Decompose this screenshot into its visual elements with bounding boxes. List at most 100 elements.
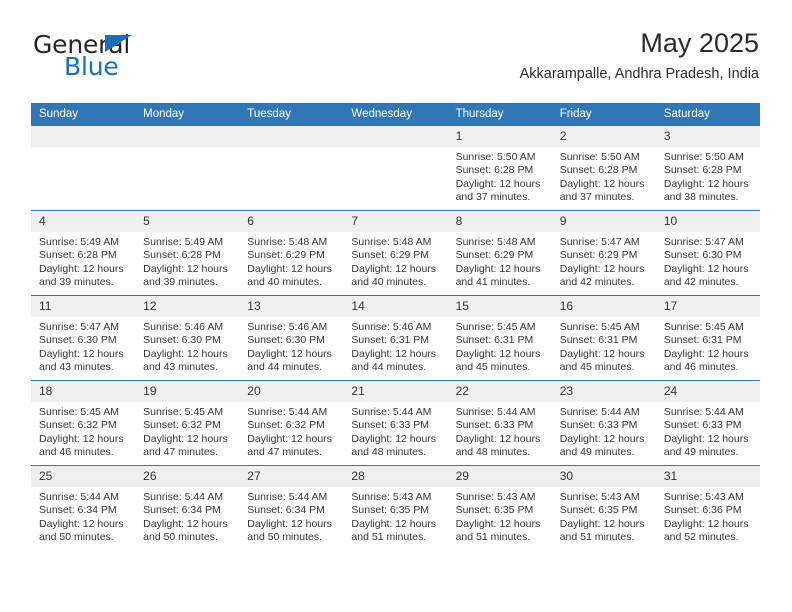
day-details: Sunrise: 5:44 AM Sunset: 6:34 PM Daylight:… <box>239 487 343 545</box>
sunset-text: Sunset: 6:30 PM <box>663 249 742 262</box>
day-number: 7 <box>343 211 448 232</box>
sunrise-text: Sunrise: 5:48 AM <box>455 236 536 248</box>
calendar-day-cell[interactable]: 15 Sunrise: 5:45 AM Sunset: 6:31 PM Dayligh… <box>447 295 552 381</box>
calendar-day-cell[interactable]: 2 Sunrise: 5:50 AM Sunset: 6:28 PM Daylight… <box>551 125 656 211</box>
weekday-header-monday: Monday <box>135 103 240 126</box>
calendar-day-cell[interactable]: 16 Sunrise: 5:45 AM Sunset: 6:31 PM Dayligh… <box>551 295 656 381</box>
day-number: 10 <box>655 211 760 232</box>
sunset-text: Sunset: 6:29 PM <box>455 249 534 262</box>
calendar-day-cell[interactable]: 17 Sunrise: 5:45 AM Sunset: 6:31 PM Dayligh… <box>655 295 760 381</box>
day-details: Sunrise: 5:44 AM Sunset: 6:33 PM Daylight:… <box>343 402 447 460</box>
calendar-day-cell[interactable]: 21 Sunrise: 5:44 AM Sunset: 6:33 PM Dayligh… <box>343 380 448 466</box>
day-details: Sunrise: 5:43 AM Sunset: 6:35 PM Daylight:… <box>552 487 656 545</box>
calendar-day-cell[interactable]: 4 Sunrise: 5:49 AM Sunset: 6:28 PM Daylight… <box>31 210 136 296</box>
sunrise-text: Sunrise: 5:46 AM <box>143 321 224 333</box>
calendar-day-cell[interactable]: 30 Sunrise: 5:43 AM Sunset: 6:35 PM Dayligh… <box>551 465 656 550</box>
calendar-week-row: 1 Sunrise: 5:50 AM Sunset: 6:28 PM Daylight… <box>31 125 760 211</box>
calendar-day-cell[interactable]: 24 Sunrise: 5:44 AM Sunset: 6:33 PM Dayligh… <box>655 380 760 466</box>
calendar-day-cell[interactable]: 3 Sunrise: 5:50 AM Sunset: 6:28 PM Daylight… <box>655 125 760 211</box>
sunrise-text: Sunrise: 5:50 AM <box>455 151 536 163</box>
sunrise-text: Sunrise: 5:44 AM <box>247 406 328 418</box>
daylight-text: Daylight: 12 hours and 43 minutes. <box>143 347 228 374</box>
sunset-text: Sunset: 6:31 PM <box>455 334 534 347</box>
daylight-text: Daylight: 12 hours and 39 minutes. <box>143 262 228 289</box>
daylight-text: Daylight: 12 hours and 46 minutes. <box>663 347 749 374</box>
title-block: May 2025 Akkarampalle, Andhra Pradesh, I… <box>520 26 759 83</box>
calendar-day-cell[interactable]: 14 Sunrise: 5:46 AM Sunset: 6:31 PM Dayligh… <box>343 295 448 381</box>
calendar-body: 1 Sunrise: 5:50 AM Sunset: 6:28 PM Daylight… <box>31 125 760 550</box>
daylight-text: Daylight: 12 hours and 51 minutes. <box>559 517 645 544</box>
calendar-day-cell[interactable]: 5 Sunrise: 5:49 AM Sunset: 6:28 PM Daylight… <box>135 210 240 296</box>
sunset-text: Sunset: 6:31 PM <box>559 334 638 347</box>
calendar-day-cell[interactable]: 22 Sunrise: 5:44 AM Sunset: 6:33 PM Dayligh… <box>447 380 552 466</box>
day-number: 23 <box>551 381 656 402</box>
sunset-text: Sunset: 6:32 PM <box>247 419 325 432</box>
day-number: 25 <box>31 466 136 487</box>
day-number: 16 <box>551 296 656 317</box>
sunset-text: Sunset: 6:30 PM <box>143 334 221 347</box>
sunset-text: Sunset: 6:33 PM <box>559 419 638 432</box>
brand-triangle-icon <box>105 35 132 52</box>
weekday-header-tuesday: Tuesday <box>239 103 344 126</box>
calendar-week-row: 25 Sunrise: 5:44 AM Sunset: 6:34 PM Dayligh… <box>31 465 760 550</box>
day-details: Sunrise: 5:44 AM Sunset: 6:33 PM Daylight:… <box>656 402 760 460</box>
sunset-text: Sunset: 6:28 PM <box>143 249 221 262</box>
calendar-day-cell[interactable]: 18 Sunrise: 5:45 AM Sunset: 6:32 PM Dayligh… <box>31 380 136 466</box>
calendar-day-cell[interactable]: 12 Sunrise: 5:46 AM Sunset: 6:30 PM Dayligh… <box>135 295 240 381</box>
sunrise-text: Sunrise: 5:45 AM <box>663 321 744 333</box>
daylight-text: Daylight: 12 hours and 38 minutes. <box>663 177 749 204</box>
calendar-day-cell[interactable]: 8 Sunrise: 5:48 AM Sunset: 6:29 PM Daylight… <box>447 210 552 296</box>
calendar-day-cell[interactable]: 19 Sunrise: 5:45 AM Sunset: 6:32 PM Dayligh… <box>135 380 240 466</box>
sunrise-text: Sunrise: 5:44 AM <box>143 491 224 503</box>
calendar-day-cell[interactable]: 7 Sunrise: 5:48 AM Sunset: 6:29 PM Daylight… <box>343 210 448 296</box>
day-number: 20 <box>239 381 344 402</box>
daylight-text: Daylight: 12 hours and 43 minutes. <box>39 347 124 374</box>
weekday-header-saturday: Saturday <box>655 103 760 126</box>
sunrise-text: Sunrise: 5:50 AM <box>559 151 640 163</box>
calendar-day-cell[interactable]: 11 Sunrise: 5:47 AM Sunset: 6:30 PM Dayligh… <box>31 295 136 381</box>
day-number: 27 <box>239 466 344 487</box>
sunrise-text: Sunrise: 5:48 AM <box>351 236 432 248</box>
sunset-text: Sunset: 6:29 PM <box>351 249 430 262</box>
calendar-day-cell[interactable]: 28 Sunrise: 5:43 AM Sunset: 6:35 PM Dayligh… <box>343 465 448 550</box>
calendar-day-cell[interactable]: 23 Sunrise: 5:44 AM Sunset: 6:33 PM Dayligh… <box>551 380 656 466</box>
day-number: 18 <box>31 381 136 402</box>
day-number: 6 <box>239 211 344 232</box>
day-number: 13 <box>239 296 344 317</box>
day-details: Sunrise: 5:44 AM Sunset: 6:34 PM Daylight:… <box>135 487 239 545</box>
day-details: Sunrise: 5:45 AM Sunset: 6:32 PM Daylight:… <box>135 402 239 460</box>
daylight-text: Daylight: 12 hours and 50 minutes. <box>247 517 332 544</box>
calendar-day-cell[interactable]: 13 Sunrise: 5:46 AM Sunset: 6:30 PM Dayligh… <box>239 295 344 381</box>
weekday-header-friday: Friday <box>551 103 656 126</box>
calendar-day-cell[interactable]: 25 Sunrise: 5:44 AM Sunset: 6:34 PM Dayligh… <box>31 465 136 550</box>
calendar-day-cell[interactable]: 31 Sunrise: 5:43 AM Sunset: 6:36 PM Dayligh… <box>655 465 760 550</box>
sunrise-text: Sunrise: 5:44 AM <box>351 406 432 418</box>
sunrise-text: Sunrise: 5:45 AM <box>455 321 536 333</box>
day-number: 24 <box>655 381 760 402</box>
day-details: Sunrise: 5:47 AM Sunset: 6:30 PM Daylight:… <box>656 232 760 290</box>
calendar-day-cell[interactable]: 29 Sunrise: 5:43 AM Sunset: 6:35 PM Dayligh… <box>447 465 552 550</box>
page-header: General Blue May 2025 Akkarampalle, Andh… <box>33 26 759 96</box>
calendar-table: Sunday Monday Tuesday Wednesday Thursday Frid… <box>31 103 760 550</box>
calendar-day-cell[interactable]: 20 Sunrise: 5:44 AM Sunset: 6:32 PM Dayligh… <box>239 380 344 466</box>
daylight-text: Daylight: 12 hours and 44 minutes. <box>351 347 437 374</box>
calendar-day-cell[interactable]: 9 Sunrise: 5:47 AM Sunset: 6:29 PM Daylight… <box>551 210 656 296</box>
calendar-day-cell[interactable]: 10 Sunrise: 5:47 AM Sunset: 6:30 PM Dayligh… <box>655 210 760 296</box>
sunset-text: Sunset: 6:34 PM <box>39 504 117 517</box>
day-details: Sunrise: 5:48 AM Sunset: 6:29 PM Daylight:… <box>448 232 552 290</box>
sunset-text: Sunset: 6:35 PM <box>559 504 638 517</box>
brand-logo[interactable]: General Blue <box>33 32 243 88</box>
day-details: Sunrise: 5:43 AM Sunset: 6:35 PM Daylight:… <box>343 487 447 545</box>
daylight-text: Daylight: 12 hours and 47 minutes. <box>143 432 228 459</box>
day-details: Sunrise: 5:44 AM Sunset: 6:33 PM Daylight:… <box>552 402 656 460</box>
calendar-day-cell[interactable]: 27 Sunrise: 5:44 AM Sunset: 6:34 PM Dayligh… <box>239 465 344 550</box>
sunrise-text: Sunrise: 5:47 AM <box>39 321 119 333</box>
calendar-day-cell[interactable]: 6 Sunrise: 5:48 AM Sunset: 6:29 PM Daylight… <box>239 210 344 296</box>
day-number: 4 <box>31 211 136 232</box>
day-details: Sunrise: 5:49 AM Sunset: 6:28 PM Daylight:… <box>135 232 239 290</box>
calendar-day-cell[interactable]: 26 Sunrise: 5:44 AM Sunset: 6:34 PM Dayligh… <box>135 465 240 550</box>
sunrise-text: Sunrise: 5:44 AM <box>455 406 536 418</box>
day-details: Sunrise: 5:48 AM Sunset: 6:29 PM Daylight:… <box>239 232 343 290</box>
sunset-text: Sunset: 6:34 PM <box>143 504 221 517</box>
calendar-day-cell[interactable]: 1 Sunrise: 5:50 AM Sunset: 6:28 PM Daylight… <box>447 125 552 211</box>
